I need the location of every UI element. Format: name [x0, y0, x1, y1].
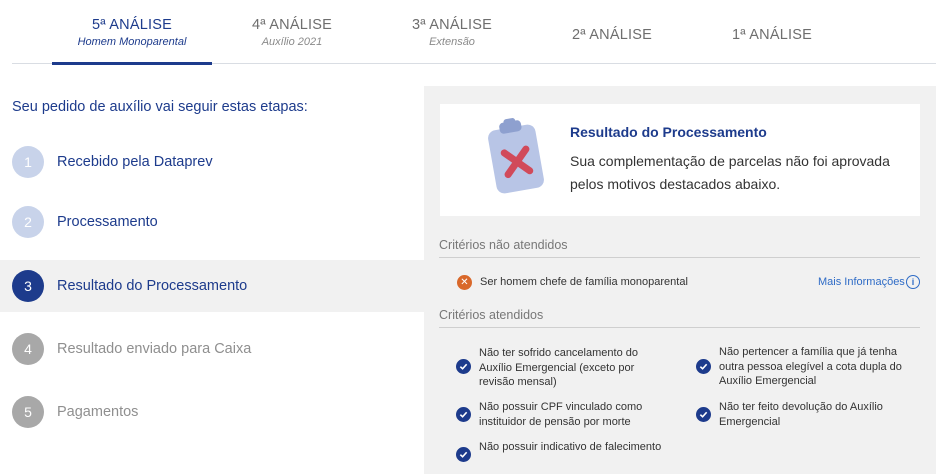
check-circle-icon — [696, 407, 711, 422]
step-enviado-caixa: 4 Resultado enviado para Caixa — [0, 324, 424, 374]
step-number: 3 — [12, 270, 44, 302]
result-message: Sua complementação de parcelas não foi a… — [570, 153, 890, 192]
result-panel: Resultado do Processamento Sua complemen… — [424, 86, 936, 474]
tab-title: 2ª ANÁLISE — [572, 27, 652, 43]
criterion-text: Não ter sofrido cancelamento do Auxílio … — [479, 347, 638, 388]
more-info-link[interactable]: Mais Informações — [818, 276, 905, 288]
criterion-text: Não pertencer a família que já tenha out… — [719, 346, 902, 387]
step-number: 4 — [12, 333, 44, 365]
criterion-text: Não ter feito devolução do Auxílio Emerg… — [719, 401, 883, 428]
tab-1a-analise[interactable]: 1ª ANÁLISE — [692, 0, 852, 64]
clipboard-x-icon — [488, 118, 544, 194]
unmet-criteria-heading: Critérios não atendidos — [439, 238, 568, 252]
steps-intro: Seu pedido de auxílio vai seguir estas e… — [12, 99, 308, 115]
tab-subtitle: Auxílio 2021 — [261, 36, 323, 48]
info-icon[interactable]: i — [906, 275, 920, 289]
divider — [439, 257, 920, 258]
step-recebido: 1 Recebido pela Dataprev — [0, 137, 424, 187]
x-circle-icon: ✕ — [457, 275, 472, 290]
check-circle-icon — [456, 407, 471, 422]
step-number: 1 — [12, 146, 44, 178]
criterion-text: Ser homem chefe de família monoparental — [480, 276, 688, 288]
analysis-tabs: 5ª ANÁLISE Homem Monoparental 4ª ANÁLISE… — [12, 0, 936, 65]
tab-title: 3ª ANÁLISE — [412, 17, 492, 33]
tab-title: 5ª ANÁLISE — [92, 17, 172, 33]
criterion-text: Não possuir CPF vinculado como instituid… — [479, 401, 643, 428]
result-title: Resultado do Processamento — [570, 124, 767, 140]
check-circle-icon — [456, 447, 471, 462]
step-number: 5 — [12, 396, 44, 428]
step-label: Resultado enviado para Caixa — [57, 341, 252, 357]
step-processamento: 2 Processamento — [0, 197, 424, 247]
step-label: Processamento — [57, 214, 158, 230]
met-criteria-heading: Critérios atendidos — [439, 308, 544, 322]
step-resultado: 3 Resultado do Processamento — [0, 260, 424, 312]
check-circle-icon — [696, 359, 711, 374]
step-number: 2 — [12, 206, 44, 238]
result-card: Resultado do Processamento Sua complemen… — [440, 104, 920, 216]
tab-title: 4ª ANÁLISE — [252, 17, 332, 33]
step-label: Recebido pela Dataprev — [57, 154, 213, 170]
check-circle-icon — [456, 359, 471, 374]
unmet-criterion: ✕ Ser homem chefe de família monoparenta… — [457, 275, 927, 291]
page: 5ª ANÁLISE Homem Monoparental 4ª ANÁLISE… — [0, 0, 936, 474]
tab-subtitle: Extensão — [429, 36, 475, 48]
active-tab-indicator — [52, 62, 212, 65]
step-pagamentos: 5 Pagamentos — [0, 387, 424, 437]
tab-2a-analise[interactable]: 2ª ANÁLISE — [532, 0, 692, 64]
step-label: Resultado do Processamento — [57, 278, 248, 294]
criterion-text: Não possuir indicativo de falecimento — [479, 441, 662, 453]
tab-3a-analise[interactable]: 3ª ANÁLISE Extensão — [372, 0, 532, 64]
tab-title: 1ª ANÁLISE — [732, 27, 812, 43]
tab-5a-analise[interactable]: 5ª ANÁLISE Homem Monoparental — [52, 0, 212, 65]
divider — [439, 327, 920, 328]
step-label: Pagamentos — [57, 404, 139, 420]
tab-subtitle: Homem Monoparental — [77, 36, 187, 48]
tab-4a-analise[interactable]: 4ª ANÁLISE Auxílio 2021 — [212, 0, 372, 64]
